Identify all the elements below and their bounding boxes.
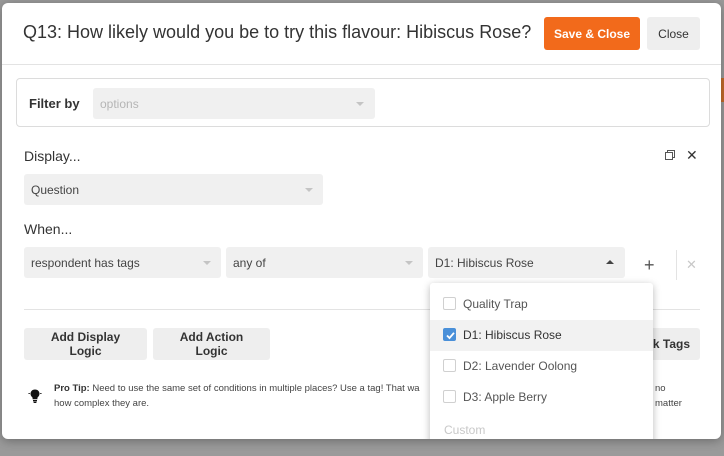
modal-title: Q13: How likely would you be to try this… <box>23 22 532 42</box>
dropdown-option-label: Quality Trap <box>463 297 528 311</box>
dropdown-option-label: D2: Lavender Oolong <box>463 359 578 373</box>
dropdown-option[interactable]: Quality Trap <box>430 289 653 320</box>
dropdown-option-label: D1: Hibiscus Rose <box>463 328 562 342</box>
checkmark-icon <box>446 332 455 340</box>
chevron-up-icon <box>606 260 614 264</box>
dropdown-option[interactable]: D3: Apple Berry <box>430 382 653 413</box>
chevron-down-icon <box>305 188 313 192</box>
custom-tag-input[interactable]: Custom <box>444 423 485 437</box>
tag-select-value: D1: Hibiscus Rose <box>435 256 534 270</box>
checkbox[interactable] <box>443 390 456 403</box>
logic-modal: Q13: How likely would you be to try this… <box>2 3 721 439</box>
dropdown-option-label: D3: Apple Berry <box>463 390 548 404</box>
copy-icon[interactable] <box>665 150 675 160</box>
save-close-button[interactable]: Save & Close <box>544 17 640 50</box>
pro-tip-line1: Need to use the same set of conditions i… <box>89 383 420 394</box>
filter-label: Filter by <box>29 96 80 111</box>
chevron-down-icon <box>405 261 413 265</box>
remove-condition-icon[interactable]: ✕ <box>686 258 697 271</box>
add-condition-plus-icon[interactable]: + <box>644 256 655 274</box>
display-select[interactable]: Question <box>24 174 323 205</box>
chevron-down-icon <box>203 261 211 265</box>
tag-select[interactable]: D1: Hibiscus Rose <box>428 247 625 278</box>
checkbox-checked[interactable] <box>443 328 456 341</box>
filter-options-select[interactable]: options <box>93 88 375 119</box>
condition-separator <box>676 250 677 280</box>
checkbox[interactable] <box>443 297 456 310</box>
close-icon[interactable]: ✕ <box>686 148 698 162</box>
filter-bar: Filter by options <box>16 78 710 127</box>
when-label: When... <box>24 221 73 237</box>
modal-header: Q13: How likely would you be to try this… <box>2 3 721 65</box>
lightbulb-icon <box>28 389 42 403</box>
dropdown-option[interactable]: D1: Hibiscus Rose <box>430 320 653 351</box>
pro-tip-label: Pro Tip: <box>54 383 90 394</box>
filter-options-placeholder: options <box>100 97 139 111</box>
checkbox[interactable] <box>443 359 456 372</box>
chevron-down-icon <box>356 102 364 106</box>
dropdown-option[interactable]: D2: Lavender Oolong <box>430 351 653 382</box>
add-display-logic-button[interactable]: Add Display Logic <box>24 328 147 360</box>
display-select-value: Question <box>31 183 80 197</box>
tag-dropdown-menu: Quality Trap D1: Hibiscus Rose D2: Laven… <box>430 283 653 439</box>
condition-select-value: respondent has tags <box>31 256 140 270</box>
pro-tip-line1-end: no matter <box>655 383 682 409</box>
add-action-logic-button[interactable]: Add Action Logic <box>153 328 270 360</box>
close-button[interactable]: Close <box>647 17 700 50</box>
match-select-value: any of <box>233 256 266 270</box>
display-label: Display... <box>24 148 81 164</box>
pro-tip-line2: how complex they are. <box>54 398 150 409</box>
condition-select[interactable]: respondent has tags <box>24 247 221 278</box>
match-select[interactable]: any of <box>226 247 423 278</box>
